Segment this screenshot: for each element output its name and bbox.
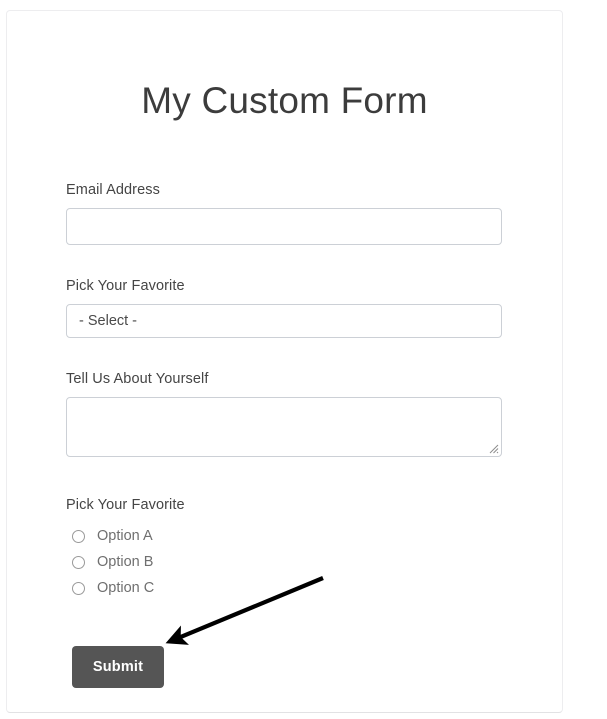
about-textarea[interactable]	[66, 397, 502, 457]
radio-option-c[interactable]: Option C	[66, 575, 366, 601]
field-label-about: Tell Us About Yourself	[66, 370, 507, 388]
radio-circle-icon[interactable]	[72, 582, 85, 595]
radio-option-b[interactable]: Option B	[66, 549, 366, 575]
radio-option-a[interactable]: Option A	[66, 523, 366, 549]
submit-button[interactable]: Submit	[72, 646, 164, 688]
page-title: My Custom Form	[7, 79, 562, 123]
radio-circle-icon[interactable]	[72, 556, 85, 569]
field-label-favorite-radio: Pick Your Favorite	[66, 496, 366, 514]
field-label-favorite-select: Pick Your Favorite	[66, 277, 507, 295]
field-label-email: Email Address	[66, 181, 507, 199]
field-email: Email Address	[66, 181, 507, 245]
radio-label-a: Option A	[97, 529, 153, 544]
radio-label-c: Option C	[97, 581, 154, 596]
field-favorite-select: Pick Your Favorite - Select -	[66, 277, 507, 338]
radio-circle-icon[interactable]	[72, 530, 85, 543]
form-card: My Custom Form Email Address Pick Your F…	[6, 10, 563, 713]
field-about: Tell Us About Yourself	[66, 370, 507, 457]
radio-group-favorite: Pick Your Favorite Option A Option B Opt…	[66, 496, 366, 601]
email-field[interactable]	[66, 208, 502, 245]
favorite-select[interactable]: - Select -	[66, 304, 502, 338]
resize-grip-icon[interactable]	[487, 442, 499, 454]
radio-label-b: Option B	[97, 555, 153, 570]
